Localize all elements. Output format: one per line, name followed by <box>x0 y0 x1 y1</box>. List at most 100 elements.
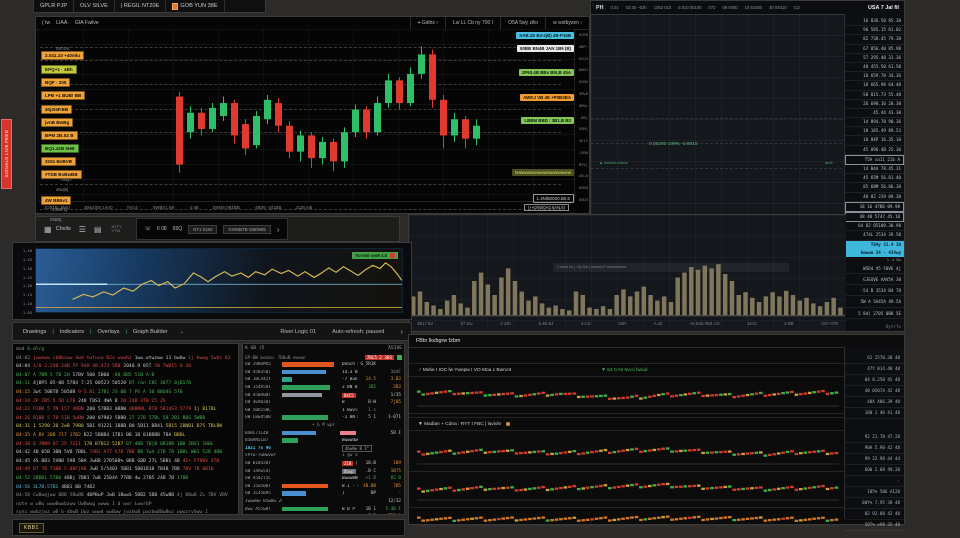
line-chart-plot[interactable]: TwvwB wwB 4.8 <box>35 248 403 313</box>
menu-item-graph-builder[interactable]: Graph Builder <box>131 329 170 335</box>
orderflow-row-3[interactable]: GW 154A5BT2 BN BjB 10 W B +3B52B3 <box>245 384 402 392</box>
ladder-row-1[interactable]: 96 585.15 81.02 <box>845 26 904 35</box>
chart-tab-2[interactable]: O5A 5wy zilio <box>500 17 545 29</box>
ladder-row-29[interactable]: -54 B 3534 B4 78 <box>845 287 904 296</box>
order-chip-1[interactable]: EPQ+1 · 4Bh <box>41 65 77 74</box>
ladder-row-25[interactable]: bmwwm 34 - 434wy <box>845 249 904 257</box>
menu-item-indicators[interactable]: Indicators <box>58 329 86 335</box>
strip-price-b-6[interactable]: 00Y% 7.95 38 48 <box>845 498 904 509</box>
phone-icon[interactable]: ☏ <box>145 226 151 232</box>
account-tag[interactable]: KBB1 <box>19 523 44 533</box>
order-chip-10[interactable]: 4W BB5v1 <box>41 196 71 205</box>
ladder-row-6[interactable]: 18 659.78 34.36 <box>845 72 904 81</box>
orderflow-row-8[interactable]: + G M wpr <box>245 422 402 430</box>
strip-price-b-5[interactable]: 105% 506 A120 <box>845 487 904 498</box>
toolbar-button-3[interactable]: GOB YUN 38E <box>166 0 224 12</box>
menu-item-drawings[interactable]: Drawings <box>21 329 48 335</box>
ladder-row-16[interactable]: 14 B4A 78.45.31 <box>845 165 904 174</box>
toolbar-button-2[interactable]: | REGIL NT20E <box>115 0 167 12</box>
order-chip-7[interactable]: BQ1.42B 5HB <box>41 144 79 153</box>
orderflow-row-7[interactable]: GW LBw45BB-1 BN DIB45 G B5 11-071 <box>245 414 402 422</box>
ladder-row-21[interactable]: 48 48 5747 45.10 <box>845 212 904 222</box>
strip-price-b-7[interactable]: 02 92.08 42 48 <box>845 509 904 520</box>
order-chip-8[interactable]: 3151 BvBVB <box>41 157 76 166</box>
ladder-row-5[interactable]: 48 455.50 61.50 <box>845 63 904 72</box>
price-label-chip-4[interactable]: LBBM BBD : 3B1.B B3 <box>521 117 574 124</box>
orderflow-row-12[interactable]: 5P7w-7wBwvwr1 gw 5wB wB <box>245 452 402 460</box>
order-chip-9[interactable]: #TDB BvBwBB <box>41 170 82 179</box>
strip-header-right[interactable]: ▼ 64 CA6 5vvo bwad <box>601 368 647 373</box>
orderflow-row-4[interactable]: GW 45BA0BTB4C5B7B GA1/35 <box>245 391 402 399</box>
ladder-row-9[interactable]: 26 698.16 28.30 <box>845 100 904 109</box>
price-label-chip-6[interactable]: 1.4N/B0020.B0.6 <box>533 194 574 203</box>
order-chip-0[interactable]: 2.041.10 +40mlu <box>41 51 84 60</box>
orderflow-row-6[interactable]: GW 5BD15BC1 Bwvl+5wB 1L B1 s <box>245 407 402 415</box>
candlestick-chart-area[interactable]: 2.041.10 +40mlu EPQ+1 · 4Bh BQF · 205 LPB +… <box>38 29 575 202</box>
strip-price-1[interactable]: 47Y 014.40 48 <box>845 364 904 375</box>
ladder-row-10[interactable]: 45.44 43.30 <box>845 109 904 118</box>
order-chip-2[interactable]: BQF · 205 <box>41 78 70 87</box>
ladder-row-18[interactable]: 85 68M 56.86.30 <box>845 183 904 192</box>
price-label-chip-1[interactable]: 50BB BN4B JAN 1B9 (B) <box>517 45 574 52</box>
preset-button-1[interactable]: NT1 0150 <box>188 225 217 234</box>
strip-price-4[interactable]: 40A 406.39 40 <box>845 397 904 408</box>
refresh-status[interactable]: Auto-refresh: paused <box>332 329 384 335</box>
orderflow-row-16[interactable]: GW 15w50BTB 1 - G# Bbv 5BwB4B.BB7B5 <box>245 483 402 491</box>
menu-item-overlays[interactable]: Overlays <box>96 329 122 335</box>
orderflow-row-15[interactable]: GW 4542T5LBwwwBBwB 5B3+1 BB2 B <box>245 475 402 483</box>
strip-price-b-8[interactable]: 50T% v98 35 48 <box>845 520 904 531</box>
ladder-row-28[interactable]: GJEUVE AAV5A 30 <box>845 276 904 285</box>
layout-view-icon[interactable]: ▤ <box>94 225 102 234</box>
ladder-row-23[interactable]: 474L 2534 39.58 <box>845 231 904 240</box>
ladder-row-2[interactable]: 82 738.45 79.38 <box>845 35 904 44</box>
strip-price-0[interactable]: 62 2570.30 40 <box>845 353 904 364</box>
ladder-row-14[interactable]: 45 896.4B 25.36 <box>845 146 904 155</box>
ladder-row-12[interactable]: 18 185.49 89.53 <box>845 127 904 136</box>
orderflow-row-10[interactable]: B5BAN5LB7Bwwwdwwwwvb 1 <box>245 437 402 445</box>
strip-price-b-3[interactable]: 600 2.08 49.20 <box>845 465 904 476</box>
ladder-row-7[interactable]: 18 665.98 64.40 <box>845 81 904 90</box>
layout-selector[interactable]: River Logic 01 <box>280 329 316 335</box>
ladder-row-30[interactable]: 5W A 5A45A 49.5A <box>845 298 904 307</box>
ladder-row-3[interactable]: 67 856.40 85.98 <box>845 45 904 54</box>
ladder-row-4[interactable]: 57 295.48 31.36 <box>845 54 904 63</box>
ladder-row-11[interactable]: 14 894.70 90.36 <box>845 118 904 127</box>
strip-header-left[interactable]: ▼ Madian + Cdna : RYT I FBC | laviolv <box>418 422 501 427</box>
orderflow-row-11[interactable]: 1B21 75 964bw0w B 1°'B'1 B73 <box>245 445 402 453</box>
order-chip-3[interactable]: LPB +1 BUB! BB <box>41 91 85 100</box>
ladder-row-19[interactable]: 48 82 J39 09.30 <box>845 193 904 202</box>
orderflow-row-9[interactable]: B4BL71L4Bx1.B5B I <box>245 429 402 437</box>
ladder-row-13[interactable]: 18 84P 16.35.10 <box>845 136 904 145</box>
strip-price-3[interactable]: 40 05074 42 48 <box>845 386 904 397</box>
strip-price-2[interactable]: 04 8.250 45 48 <box>845 375 904 386</box>
orderflow-row-2[interactable]: GW 1BL442T-7 Bun 00413 A B14.53.B3 <box>245 376 402 384</box>
strip-price-b-4[interactable]: · <box>845 476 904 487</box>
price-label-chip-5[interactable]: twwwwwwwwwwwwwwww <box>512 169 574 176</box>
ladder-row-17[interactable]: 45 65M 56.81.40 <box>845 174 904 183</box>
price-label-chip-3[interactable]: AWKJ VB 4E +P0B2BA <box>520 94 574 101</box>
preset-button-2[interactable]: GWNBTB GB0N05 <box>223 225 270 234</box>
depth-symbol[interactable]: PH <box>596 5 604 11</box>
orderflow-row-19[interactable]: Bww A55wBTB B P1B 15.4B 1 <box>245 505 402 513</box>
chart-tab-0[interactable]: ⌖ Gdins › <box>410 17 445 29</box>
strip-header-left[interactable]: ♂ Mvbe I IOC lw Ywepw I VO Moa c Bwrvot <box>418 368 511 373</box>
ladder-row-31[interactable]: 5 84) 2705 0B8 5E <box>845 310 904 319</box>
timeframe-label[interactable]: ( lw <box>42 20 50 26</box>
ladder-row-27[interactable]: W5D4 V5 F0VE 4j <box>845 265 904 274</box>
toolbar-button-0[interactable]: GPLR PJP <box>34 0 74 12</box>
list-view-icon[interactable]: ☰ <box>79 225 86 234</box>
strip-price-b-0[interactable]: 92 21.78 47.20 <box>845 432 904 443</box>
orderflow-row-0[interactable]: GW 29B6M45Deach Bánad vwrtBG 5R1K <box>245 361 402 369</box>
expand-chevron[interactable]: › <box>277 225 280 234</box>
ladder-row-24[interactable]: T04y 31.4 38 <box>845 241 904 249</box>
order-chip-5[interactable]: jvnB BwBg <box>41 118 73 127</box>
ladder-row-22[interactable]: 64 82 05109.30.98 <box>845 222 904 231</box>
orderflow-row-14[interactable]: GW 14Aw54TBbwp1 BjwwwB 4vl G.B C1B?5 <box>245 467 402 475</box>
price-label-chip-2[interactable]: 2P93.4B BBs B5LB 45A <box>519 69 574 76</box>
ladder-row-26[interactable]: ↳ 4 Bw <box>845 257 904 263</box>
orderflow-row-17[interactable]: GW 1L45B95}BP- <box>245 490 402 498</box>
grid-view-icon[interactable]: ▦ <box>44 225 52 234</box>
order-chip-4[interactable]: 40j3/4P.BB <box>41 105 72 114</box>
menu-chevron[interactable]: › <box>400 327 403 336</box>
ladder-row-15[interactable]: T5A sa11 21b A <box>845 155 904 165</box>
